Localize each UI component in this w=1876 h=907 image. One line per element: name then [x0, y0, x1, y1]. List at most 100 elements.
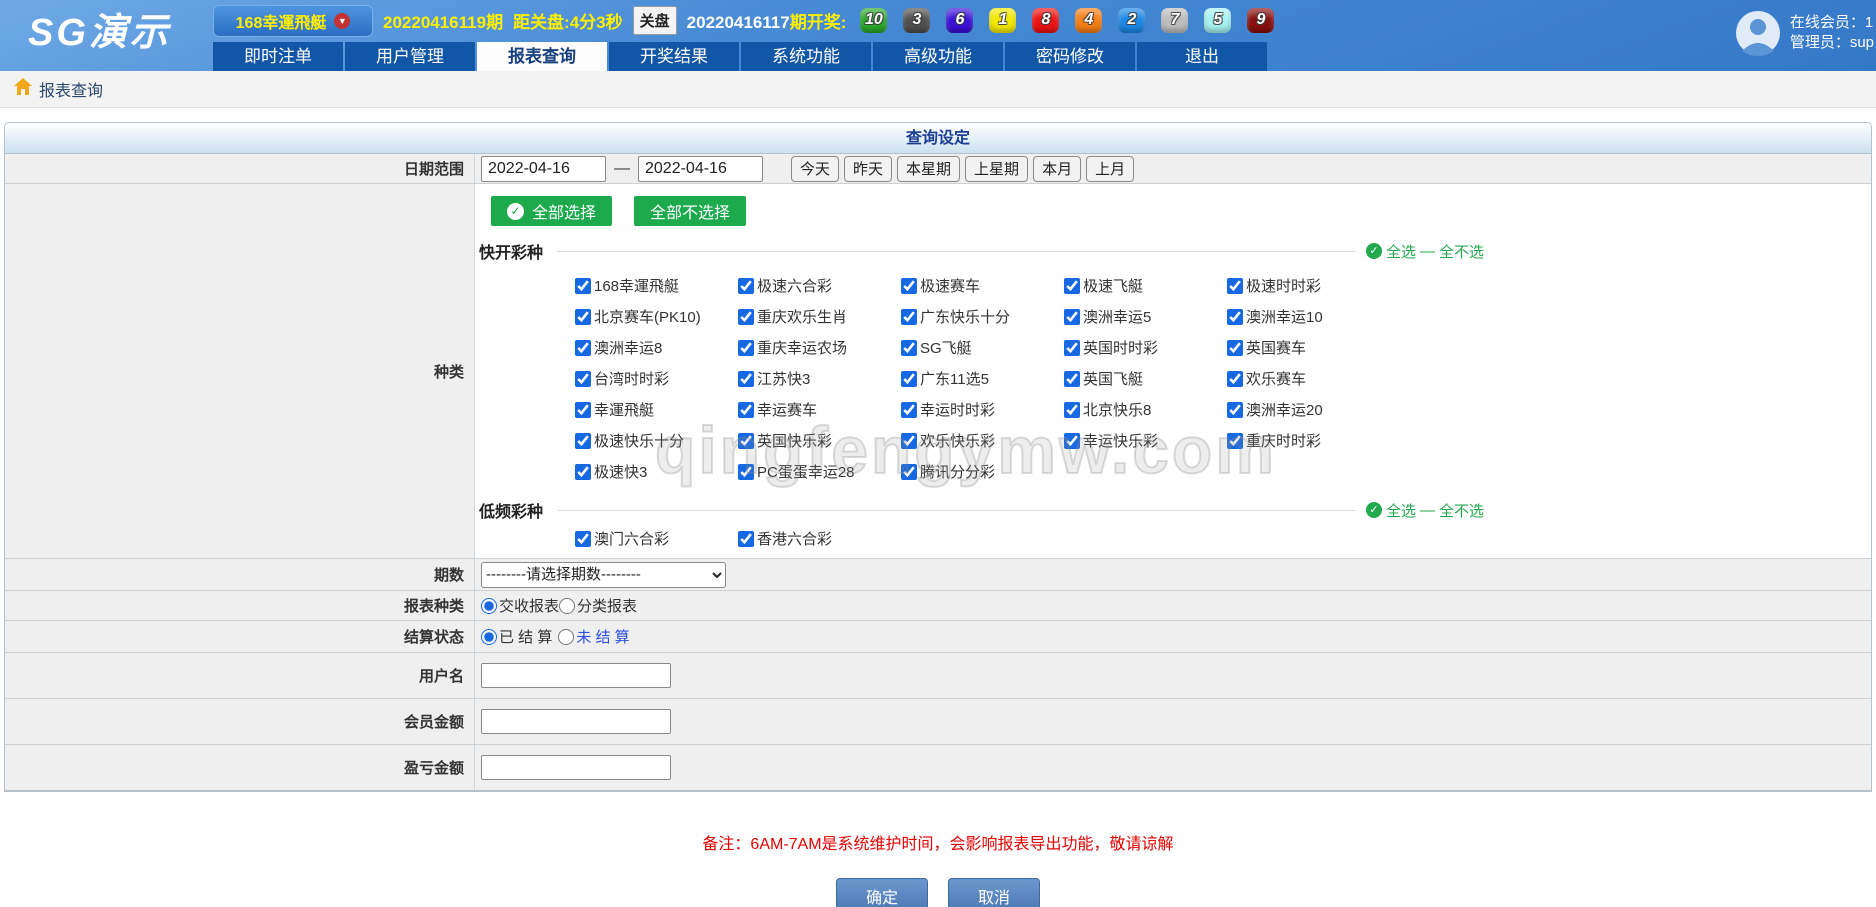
lottery-checkbox[interactable] [1064, 402, 1080, 418]
lottery-checkbox-item[interactable]: 欢乐快乐彩 [901, 425, 1064, 456]
lottery-checkbox[interactable] [738, 531, 754, 547]
lottery-checkbox-item[interactable]: 重庆欢乐生肖 [738, 301, 901, 332]
lottery-checkbox-item[interactable]: 极速快3 [575, 456, 738, 487]
report-type-option-category[interactable]: 分类报表 [559, 595, 637, 616]
lottery-checkbox[interactable] [1064, 371, 1080, 387]
lottery-checkbox[interactable] [1227, 371, 1243, 387]
date-quick-button[interactable]: 上星期 [965, 156, 1028, 182]
settle-option-settled[interactable]: 已 结 算 [481, 626, 552, 647]
lottery-checkbox[interactable] [575, 340, 591, 356]
quick-select-all-link[interactable]: 全选 [1386, 241, 1416, 262]
lottery-checkbox-item[interactable]: 英国赛车 [1227, 332, 1390, 363]
lottery-checkbox-item[interactable]: 澳门六合彩 [575, 523, 738, 554]
lottery-checkbox-item[interactable]: 欢乐赛车 [1227, 363, 1390, 394]
lottery-checkbox[interactable] [738, 433, 754, 449]
lottery-checkbox-item[interactable]: 台湾时时彩 [575, 363, 738, 394]
lottery-checkbox[interactable] [738, 402, 754, 418]
lottery-checkbox[interactable] [575, 531, 591, 547]
lottery-checkbox[interactable] [901, 371, 917, 387]
select-all-button[interactable]: ✓ 全部选择 [491, 196, 612, 226]
lottery-checkbox[interactable] [575, 402, 591, 418]
lottery-checkbox-item[interactable]: 澳洲幸运10 [1227, 301, 1390, 332]
lottery-checkbox[interactable] [575, 371, 591, 387]
nav-tab[interactable]: 退出 [1137, 42, 1267, 71]
lottery-checkbox-item[interactable]: 168幸運飛艇 [575, 270, 738, 301]
lottery-checkbox-item[interactable]: 极速时时彩 [1227, 270, 1390, 301]
lottery-checkbox-item[interactable]: 英国快乐彩 [738, 425, 901, 456]
lottery-checkbox[interactable] [575, 433, 591, 449]
lottery-checkbox-item[interactable]: 极速快乐十分 [575, 425, 738, 456]
report-type-radio[interactable] [481, 598, 497, 614]
member-amount-input[interactable] [481, 709, 671, 734]
lottery-checkbox[interactable] [575, 464, 591, 480]
lottery-checkbox[interactable] [901, 402, 917, 418]
lottery-checkbox-item[interactable]: 重庆时时彩 [1227, 425, 1390, 456]
date-to-input[interactable] [638, 156, 763, 182]
low-select-all-link[interactable]: 全选 [1386, 500, 1416, 521]
username-input[interactable] [481, 663, 671, 688]
low-select-none-link[interactable]: 全不选 [1439, 500, 1484, 521]
period-select[interactable]: --------请选择期数-------- [481, 562, 726, 588]
date-from-input[interactable] [481, 156, 606, 182]
lottery-checkbox-item[interactable]: 英国飞艇 [1064, 363, 1227, 394]
lottery-checkbox-item[interactable]: 澳洲幸运20 [1227, 394, 1390, 425]
lottery-checkbox-item[interactable]: 江苏快3 [738, 363, 901, 394]
report-type-option-settlement[interactable]: 交收报表 [481, 595, 559, 616]
nav-tab[interactable]: 即时注单 [213, 42, 343, 71]
date-quick-button[interactable]: 今天 [791, 156, 839, 182]
date-quick-button[interactable]: 本星期 [897, 156, 960, 182]
lottery-checkbox[interactable] [738, 464, 754, 480]
lottery-checkbox-item[interactable]: 极速飞艇 [1064, 270, 1227, 301]
lottery-checkbox[interactable] [738, 340, 754, 356]
lottery-checkbox-item[interactable]: 极速六合彩 [738, 270, 901, 301]
lottery-checkbox-item[interactable]: 香港六合彩 [738, 523, 901, 554]
lottery-checkbox-item[interactable]: 广东快乐十分 [901, 301, 1064, 332]
profit-input[interactable] [481, 755, 671, 780]
lottery-checkbox-item[interactable]: 极速赛车 [901, 270, 1064, 301]
lottery-checkbox[interactable] [901, 340, 917, 356]
date-quick-button[interactable]: 上月 [1086, 156, 1134, 182]
date-quick-button[interactable]: 昨天 [844, 156, 892, 182]
quick-select-none-link[interactable]: 全不选 [1439, 241, 1484, 262]
lottery-checkbox[interactable] [1227, 340, 1243, 356]
home-icon[interactable] [14, 78, 32, 100]
lottery-checkbox-item[interactable]: SG飞艇 [901, 332, 1064, 363]
lottery-checkbox[interactable] [1064, 309, 1080, 325]
nav-tab[interactable]: 报表查询 [477, 42, 607, 71]
lottery-checkbox[interactable] [738, 309, 754, 325]
lottery-checkbox[interactable] [901, 433, 917, 449]
lottery-checkbox[interactable] [575, 309, 591, 325]
lottery-checkbox[interactable] [1064, 433, 1080, 449]
lottery-checkbox[interactable] [901, 278, 917, 294]
lottery-checkbox-item[interactable]: 澳洲幸运5 [1064, 301, 1227, 332]
report-type-radio[interactable] [559, 598, 575, 614]
lottery-checkbox-item[interactable]: 幸運飛艇 [575, 394, 738, 425]
select-none-button[interactable]: 全部不选择 [634, 196, 746, 226]
settle-option-unsettled[interactable]: 未 结 算 [558, 626, 629, 647]
nav-tab[interactable]: 用户管理 [345, 42, 475, 71]
date-quick-button[interactable]: 本月 [1033, 156, 1081, 182]
lottery-checkbox-item[interactable]: 北京快乐8 [1064, 394, 1227, 425]
cancel-button[interactable]: 取消 [948, 878, 1040, 907]
lottery-checkbox-item[interactable]: 北京赛车(PK10) [575, 301, 738, 332]
settle-radio[interactable] [558, 629, 574, 645]
lottery-checkbox[interactable] [738, 371, 754, 387]
chevron-down-icon[interactable]: ▼ [334, 13, 350, 29]
nav-tab[interactable]: 高级功能 [873, 42, 1003, 71]
lottery-checkbox-item[interactable]: 幸运赛车 [738, 394, 901, 425]
lottery-checkbox[interactable] [1227, 309, 1243, 325]
lottery-checkbox-item[interactable]: 幸运时时彩 [901, 394, 1064, 425]
nav-tab[interactable]: 系统功能 [741, 42, 871, 71]
lottery-checkbox[interactable] [901, 464, 917, 480]
lottery-checkbox[interactable] [1064, 340, 1080, 356]
nav-tab[interactable]: 密码修改 [1005, 42, 1135, 71]
lottery-checkbox-item[interactable]: 英国时时彩 [1064, 332, 1227, 363]
lottery-checkbox-item[interactable]: 腾讯分分彩 [901, 456, 1064, 487]
lottery-checkbox[interactable] [901, 309, 917, 325]
lottery-checkbox[interactable] [738, 278, 754, 294]
lottery-checkbox[interactable] [1227, 278, 1243, 294]
lottery-checkbox[interactable] [1227, 433, 1243, 449]
lottery-checkbox-item[interactable]: 幸运快乐彩 [1064, 425, 1227, 456]
nav-tab[interactable]: 开奖结果 [609, 42, 739, 71]
lottery-checkbox[interactable] [575, 278, 591, 294]
